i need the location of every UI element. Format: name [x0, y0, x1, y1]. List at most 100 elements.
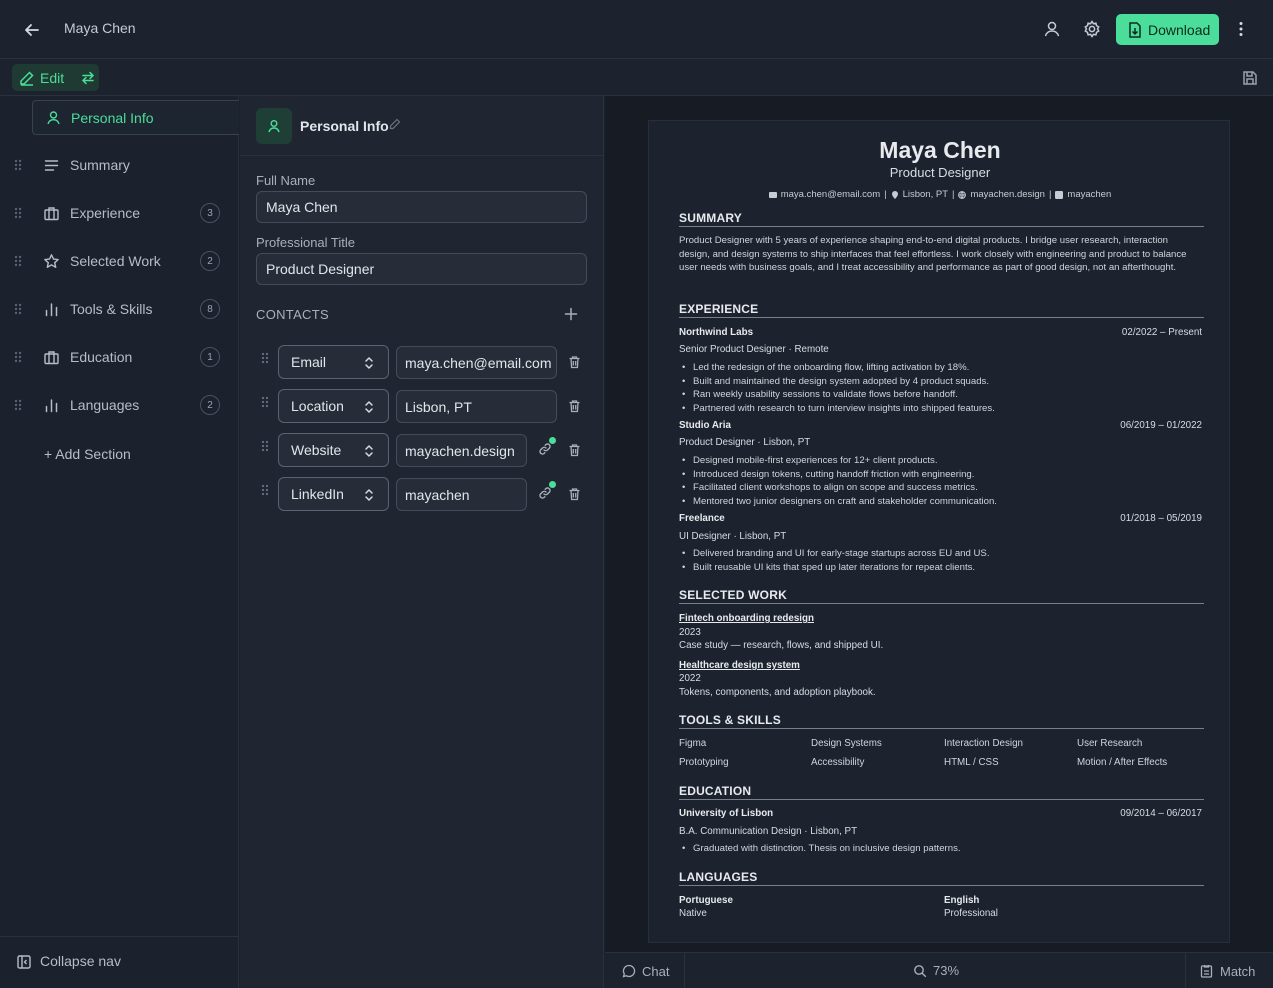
- pencil-icon: [19, 70, 35, 86]
- nav-item-experience[interactable]: Experience 3: [0, 196, 239, 230]
- skill-item: Accessibility: [811, 757, 865, 768]
- resume-contacts: maya.chen@email.com | Lisbon, PT | mayache…: [649, 189, 1231, 200]
- resume-preview: Maya Chen Product Designer maya.chen@ema…: [605, 96, 1273, 952]
- chevron-up-down-icon: [363, 443, 375, 459]
- bullet-list: Delivered branding and UI for early-stag…: [682, 547, 1203, 574]
- collapse-nav-button[interactable]: Collapse nav: [0, 936, 239, 988]
- date-range: 01/2018 – 05/2019: [1120, 513, 1202, 524]
- briefcase-icon: [43, 349, 60, 366]
- nav-item-label: Tools & Skills: [70, 301, 153, 317]
- contact-type-select[interactable]: Location: [278, 389, 389, 423]
- search-icon: [913, 964, 927, 978]
- language-label: English: [944, 895, 980, 906]
- summary-heading: SUMMARY: [679, 211, 1204, 227]
- contact-type-select[interactable]: Website: [278, 433, 389, 467]
- editor-title: Personal Info: [300, 118, 389, 134]
- drag-handle-icon[interactable]: [13, 254, 23, 268]
- trash-icon[interactable]: [568, 487, 581, 501]
- chevron-up-down-icon: [363, 487, 375, 503]
- save-icon[interactable]: [1241, 69, 1259, 87]
- drag-handle-icon[interactable]: [261, 483, 269, 497]
- zoom-control[interactable]: 73%: [913, 963, 959, 978]
- document-title: Maya Chen: [64, 20, 136, 36]
- nav-item-education[interactable]: Education 1: [0, 340, 239, 374]
- edit-mode-toggle[interactable]: Edit: [12, 64, 99, 91]
- bullet-item: Introduced design tokens, cutting handof…: [682, 468, 1203, 482]
- trash-icon[interactable]: [568, 355, 581, 369]
- chat-button[interactable]: Chat: [605, 953, 685, 988]
- summary-text: Product Designer with 5 years of experie…: [679, 235, 1187, 274]
- contact-type-select[interactable]: LinkedIn: [278, 477, 389, 511]
- gear-icon[interactable]: [1082, 19, 1102, 39]
- match-button[interactable]: Match: [1185, 953, 1273, 988]
- drag-handle-icon[interactable]: [261, 439, 269, 453]
- swap-icon[interactable]: [81, 71, 95, 85]
- experience-entry-header: Northwind Labs 02/2022 – Present: [679, 327, 1202, 338]
- trash-icon[interactable]: [568, 443, 581, 457]
- drag-handle-icon[interactable]: [13, 206, 23, 220]
- contact-value-input[interactable]: Lisbon, PT: [396, 390, 557, 423]
- bar-chart-icon: [43, 397, 60, 414]
- work-link[interactable]: Healthcare design system: [679, 660, 800, 671]
- user-icon[interactable]: [1042, 19, 1062, 39]
- job-subtitle: Senior Product Designer · Remote: [679, 344, 829, 355]
- company-name: Studio Aria: [679, 420, 731, 431]
- drag-handle-icon[interactable]: [13, 350, 23, 364]
- contact-type-select[interactable]: Email: [278, 345, 389, 379]
- degree: B.A. Communication Design · Lisbon, PT: [679, 826, 858, 837]
- company-name: Northwind Labs: [679, 327, 754, 338]
- drag-handle-icon[interactable]: [13, 398, 23, 412]
- language-level: Professional: [944, 908, 998, 919]
- work-link[interactable]: Fintech onboarding redesign: [679, 613, 814, 624]
- contact-type-value: Location: [291, 398, 344, 414]
- link-icon[interactable]: [538, 442, 552, 456]
- edit-label: Edit: [40, 69, 65, 86]
- link-icon[interactable]: [538, 486, 552, 500]
- nav-item-label: Personal Info: [71, 110, 154, 126]
- drag-handle-icon[interactable]: [13, 158, 23, 172]
- section-nav: Personal Info Summary Experience 3 Selec…: [0, 96, 239, 988]
- rename-pencil-icon[interactable]: [389, 118, 401, 130]
- company-name: Freelance: [679, 513, 725, 524]
- drag-handle-icon[interactable]: [13, 302, 23, 316]
- resume-contact-linkedin: mayachen: [1067, 189, 1112, 200]
- skill-item: Prototyping: [679, 757, 729, 768]
- add-contact-plus-icon[interactable]: [563, 306, 579, 322]
- nav-item-label: Selected Work: [70, 253, 161, 269]
- education-heading: EDUCATION: [679, 784, 1204, 800]
- contact-value-input[interactable]: mayachen.design: [396, 434, 527, 467]
- nav-item-languages[interactable]: Languages 2: [0, 388, 239, 422]
- contact-row: LinkedIn mayachen: [240, 477, 604, 511]
- nav-item-selected-work[interactable]: Selected Work 2: [0, 244, 239, 278]
- download-label: Download: [1148, 21, 1211, 38]
- bullet-item: Built and maintained the design system a…: [682, 375, 1203, 389]
- separator: |: [952, 189, 955, 200]
- chevron-up-down-icon: [363, 399, 375, 415]
- nav-item-label: Education: [70, 349, 133, 365]
- drag-handle-icon[interactable]: [261, 395, 269, 409]
- personal-info-editor: Personal Info Full Name Maya Chen Profes…: [240, 96, 604, 988]
- bullet-list: Led the redesign of the onboarding flow,…: [682, 361, 1203, 415]
- more-options-icon[interactable]: [1231, 19, 1251, 39]
- contact-value-input[interactable]: maya.chen@email.com: [396, 346, 557, 379]
- download-button[interactable]: Download: [1116, 14, 1219, 45]
- count-badge: 2: [200, 251, 220, 271]
- drag-handle-icon[interactable]: [261, 351, 269, 365]
- clipboard-icon: [1200, 964, 1213, 978]
- back-arrow-icon[interactable]: [22, 20, 42, 40]
- language-label: Portuguese: [679, 895, 733, 906]
- resume-contact-email: maya.chen@email.com: [780, 189, 881, 200]
- bar-chart-icon: [43, 301, 60, 318]
- trash-icon[interactable]: [568, 399, 581, 413]
- skill-item: Figma: [679, 738, 707, 749]
- contact-value-input[interactable]: mayachen: [396, 478, 527, 511]
- full-name-input[interactable]: Maya Chen: [256, 191, 587, 223]
- skill-item: Motion / After Effects: [1077, 757, 1168, 768]
- bullet-item: Ran weekly usability sessions to validat…: [682, 388, 1203, 402]
- nav-item-summary[interactable]: Summary: [0, 148, 239, 182]
- nav-item-personal-info[interactable]: Personal Info: [32, 100, 239, 135]
- add-section-button[interactable]: + Add Section: [44, 446, 131, 462]
- nav-item-tools-skills[interactable]: Tools & Skills 8: [0, 292, 239, 326]
- user-icon: [256, 108, 292, 144]
- professional-title-input[interactable]: Product Designer: [256, 253, 587, 285]
